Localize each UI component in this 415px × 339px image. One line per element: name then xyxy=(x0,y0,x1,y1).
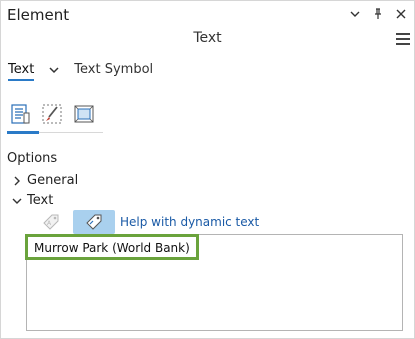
dynamic-text-tag-icon[interactable] xyxy=(73,210,115,234)
chevron-down-icon xyxy=(11,195,23,207)
text-expander[interactable]: Text xyxy=(11,193,53,208)
tab-text[interactable]: Text xyxy=(8,62,35,81)
title-bar: Element xyxy=(1,1,414,31)
dynamic-text-toolbar: A Help with dynamic text xyxy=(37,210,259,234)
chevron-down-icon[interactable] xyxy=(348,7,362,21)
text-label: Text xyxy=(27,193,54,208)
element-type-label: Text xyxy=(193,30,222,46)
display-frame-icon[interactable] xyxy=(71,100,97,128)
brush-icon[interactable] xyxy=(39,100,65,128)
element-pane: Element Text Text Text Symbol Options Ge… xyxy=(0,0,415,339)
dynamic-text-help-link[interactable]: Help with dynamic text xyxy=(120,215,259,229)
pane-title: Element xyxy=(7,6,70,24)
tab-text-symbol[interactable]: Text Symbol xyxy=(74,62,153,77)
general-label: General xyxy=(27,173,79,188)
close-icon[interactable] xyxy=(394,7,408,21)
pin-icon[interactable] xyxy=(371,7,385,21)
text-value-highlight[interactable]: Murrow Park (World Bank) xyxy=(25,234,199,260)
tab-strip: Text Text Symbol xyxy=(8,62,153,81)
options-heading: Options xyxy=(7,151,58,166)
hamburger-menu-icon[interactable] xyxy=(396,33,410,47)
title-bar-controls xyxy=(348,7,408,21)
view-switcher xyxy=(7,100,97,128)
general-expander[interactable]: General xyxy=(11,173,78,188)
chevron-right-icon xyxy=(11,175,23,187)
text-formatting-tag-icon[interactable]: A xyxy=(37,210,65,234)
tab-dropdown-chevron-icon[interactable] xyxy=(48,64,60,76)
text-properties-icon[interactable] xyxy=(7,100,33,128)
active-view-indicator xyxy=(7,131,39,134)
